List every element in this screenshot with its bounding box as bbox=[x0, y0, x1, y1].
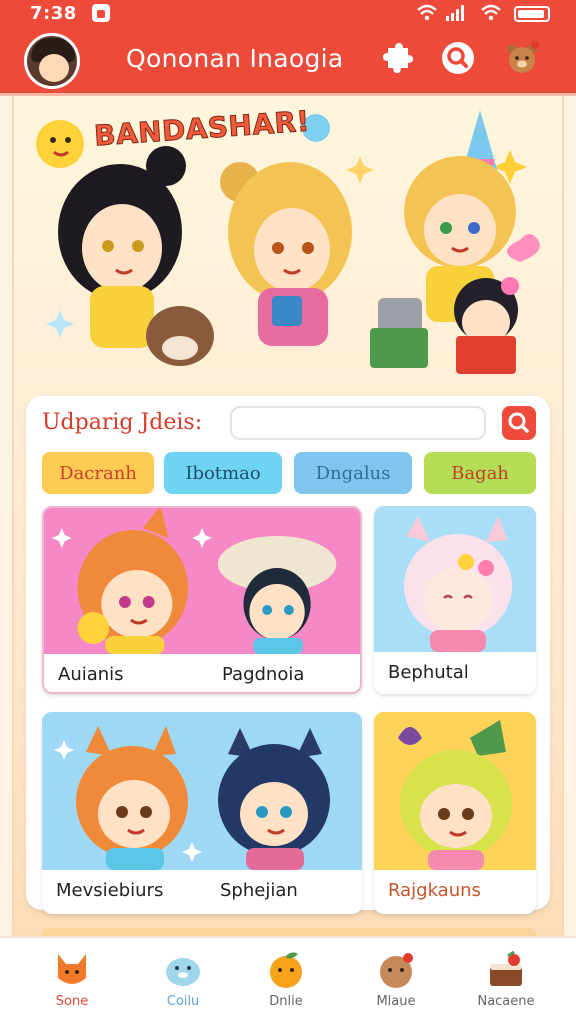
nav-label: Nacaene bbox=[477, 994, 535, 1009]
filter-chip[interactable]: Dngalus bbox=[294, 452, 412, 494]
bear-icon[interactable] bbox=[504, 40, 540, 76]
seal-icon bbox=[166, 958, 200, 986]
fox-icon bbox=[58, 954, 86, 984]
character-name: Pagdnoia bbox=[222, 664, 305, 685]
nav-item-coilu[interactable]: Coilu bbox=[133, 938, 233, 1024]
nav-label: Coilu bbox=[166, 994, 200, 1009]
character-card[interactable]: Mevsiebiurs Sphejian bbox=[42, 712, 362, 914]
bottom-nav: Sone Coilu Dnlie Mlaue Nacaene bbox=[0, 936, 576, 1024]
nav-item-home[interactable]: Sone bbox=[22, 938, 122, 1024]
cookie-icon bbox=[380, 953, 413, 988]
search-label: Udparig Jdeis: bbox=[42, 410, 203, 435]
character-card[interactable]: Auianis Pagdnoia bbox=[42, 506, 362, 694]
character-name: Bephutal bbox=[388, 662, 469, 683]
filter-chip[interactable]: Ibotmao bbox=[164, 452, 282, 494]
character-art bbox=[374, 712, 536, 870]
status-time: 7:38 bbox=[30, 3, 77, 24]
character-card[interactable]: Rajgkauns bbox=[374, 712, 536, 914]
nav-item-nacaene[interactable]: Nacaene bbox=[456, 938, 556, 1024]
character-name: Sphejian bbox=[220, 880, 298, 901]
app-header: 7:38 Qononan Inaogia bbox=[0, 0, 576, 96]
orange-icon bbox=[270, 952, 302, 988]
next-card-peek bbox=[42, 928, 536, 936]
nav-item-dnlie[interactable]: Dnlie bbox=[236, 938, 336, 1024]
character-name: Rajgkauns bbox=[388, 880, 481, 901]
nav-label: Sone bbox=[55, 994, 89, 1009]
signal-icon bbox=[446, 5, 464, 21]
character-art bbox=[374, 506, 536, 652]
character-art bbox=[44, 508, 360, 654]
nav-label: Mlaue bbox=[376, 994, 416, 1009]
wifi-icon bbox=[417, 4, 437, 21]
character-art bbox=[42, 712, 362, 870]
page-title: Qononan Inaogia bbox=[126, 44, 344, 73]
battery-icon bbox=[514, 6, 550, 22]
nav-item-mlaue[interactable]: Mlaue bbox=[346, 938, 446, 1024]
search-icon[interactable] bbox=[440, 40, 476, 76]
filter-chip[interactable]: Bagah bbox=[424, 452, 536, 494]
nav-label: Dnlie bbox=[269, 994, 303, 1009]
character-name: Mevsiebiurs bbox=[56, 880, 164, 901]
cake-icon bbox=[490, 950, 522, 986]
search-input[interactable] bbox=[230, 406, 486, 440]
search-icon bbox=[508, 412, 529, 433]
filter-chip[interactable]: Dacranh bbox=[42, 452, 154, 494]
character-card[interactable]: Bephutal bbox=[374, 506, 536, 694]
puzzle-icon[interactable] bbox=[380, 40, 416, 76]
wifi-icon bbox=[481, 4, 501, 21]
character-name: Auianis bbox=[58, 664, 124, 685]
home-notification-icon bbox=[92, 4, 110, 22]
status-bar: 7:38 bbox=[0, 0, 576, 28]
search-button[interactable] bbox=[502, 406, 536, 440]
avatar[interactable] bbox=[24, 33, 80, 89]
